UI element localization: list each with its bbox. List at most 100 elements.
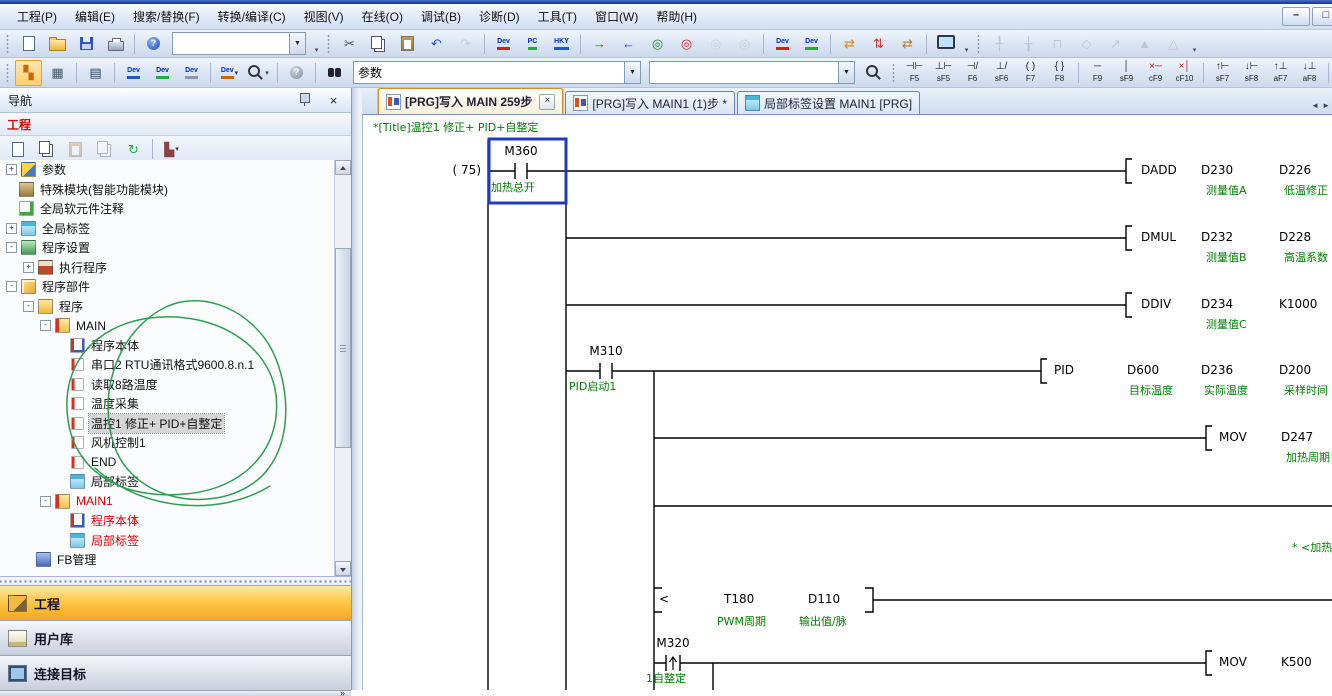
tree-scrollbar[interactable] [334, 160, 351, 576]
tree-item-19[interactable]: 局部标签 [0, 531, 335, 551]
scroll-thumb[interactable] [335, 248, 351, 448]
help-icon[interactable]: ? [140, 31, 167, 57]
toolbar-grip[interactable] [892, 63, 896, 83]
collapse-icon[interactable]: - [40, 320, 51, 331]
help-question-icon[interactable]: ? [283, 60, 310, 86]
device-note-icon[interactable]: Dev [178, 60, 205, 86]
device-combo[interactable]: 参数▼ [353, 61, 641, 84]
view-button-2[interactable]: 连接目标 [0, 655, 351, 690]
combo-arrow-icon[interactable]: ▼ [838, 62, 854, 83]
navigation-overflow[interactable]: » [0, 690, 351, 696]
device-memory-icon[interactable]: PC [519, 31, 546, 57]
monitor-start-icon[interactable]: ◎ [644, 31, 671, 57]
scroll-up-icon[interactable] [335, 160, 351, 175]
scroll-down-icon[interactable] [335, 561, 351, 576]
tab-0[interactable]: [PRG]写入 MAIN 259步× [378, 88, 563, 114]
tree-item-1[interactable]: 特殊模块(智能功能模块) [0, 180, 335, 200]
tree-item-fb[interactable]: FB管理 [0, 550, 335, 570]
undo-icon[interactable]: ↶ [423, 31, 450, 57]
toolbar-grip[interactable] [327, 34, 331, 54]
menu-item-2[interactable]: 搜索/替换(F) [124, 4, 209, 29]
collapse-icon[interactable]: - [6, 242, 17, 253]
toolbar-grip[interactable] [6, 34, 10, 54]
tree-item-1pid[interactable]: 温控1 修正+ PID+自整定 [0, 414, 335, 434]
new-file-icon[interactable] [15, 31, 42, 57]
open-file-icon[interactable] [44, 31, 71, 57]
navigation-toggle-icon[interactable]: ▚ [15, 60, 42, 86]
ladder-editor-canvas[interactable]: *[Title]温控1 修正+ PID+自整定( 75)M360加热总开M310… [362, 115, 1332, 690]
print-icon[interactable] [102, 31, 129, 57]
tab-close-icon[interactable]: × [539, 94, 555, 110]
new-data-icon[interactable] [4, 136, 31, 162]
paste-icon[interactable] [394, 31, 421, 57]
find2-combo[interactable]: ▼ [649, 61, 855, 84]
combo-arrow-icon[interactable]: ▼ [289, 33, 305, 54]
tab-scroll-left-icon[interactable]: ◄ [1311, 101, 1319, 110]
device-comment-display-icon[interactable]: Dev [120, 60, 147, 86]
menu-item-9[interactable]: 窗口(W) [586, 4, 647, 29]
pin-icon[interactable] [291, 87, 318, 113]
watch-pulse-icon[interactable]: ⊓ [1044, 31, 1071, 57]
scaling-down-icon[interactable]: △ [1160, 31, 1187, 57]
find-preview-icon[interactable] [860, 60, 887, 86]
device-initial-value-icon[interactable]: HKY [548, 31, 575, 57]
tree-item-9[interactable]: 程序本体 [0, 336, 335, 356]
menu-item-6[interactable]: 调试(B) [412, 4, 470, 29]
watch-start-icon[interactable]: ╁ [1015, 31, 1042, 57]
ladder-symbol-sF8-button[interactable]: ↓⊢sF8 [1238, 58, 1265, 87]
tree-item-12[interactable]: 温度采集 [0, 394, 335, 414]
monitor-write-icon[interactable]: ◎ [702, 31, 729, 57]
cut-icon[interactable]: ✂ [336, 31, 363, 57]
device-comment-icon[interactable]: Dev [490, 31, 517, 57]
ladder-symbol-F8-button[interactable]: { }F8 [1046, 58, 1073, 87]
collapse-icon[interactable]: - [6, 281, 17, 292]
scaling-up-icon[interactable]: ▲ [1131, 31, 1158, 57]
view-button-1[interactable]: 用户库 [0, 620, 351, 655]
paste-data-icon[interactable] [62, 136, 89, 162]
tree-item-18[interactable]: 程序本体 [0, 511, 335, 531]
tree-item-2[interactable]: 全局软元件注释 [0, 199, 335, 219]
expand-icon[interactable]: + [23, 262, 34, 273]
tree-item-5[interactable]: +执行程序 [0, 258, 335, 278]
expand-icon[interactable]: + [6, 223, 17, 234]
tree-item-8[interactable]: 读取8路温度 [0, 375, 335, 395]
tree-item-6[interactable]: -程序部件 [0, 277, 335, 297]
menu-item-10[interactable]: 帮助(H) [647, 4, 706, 29]
view-button-0[interactable]: 工程 [0, 585, 351, 620]
ladder-symbol-F6-button[interactable]: ⊣/F6 [959, 58, 986, 87]
watch-register-icon[interactable]: ╀ [986, 31, 1013, 57]
ladder-symbol-sF9-button[interactable]: │sF9 [1113, 58, 1140, 87]
tree-item-3[interactable]: +全局标签 [0, 219, 335, 239]
write-to-plc-icon[interactable]: → [586, 31, 613, 57]
device-test-icon[interactable]: Dev [769, 31, 796, 57]
sort-icon[interactable]: ▙▾ [158, 136, 185, 162]
remote-operation-icon[interactable]: ⇅ [865, 31, 892, 57]
transfer-setup-icon[interactable]: ⇄ [894, 31, 921, 57]
monitor-mode-icon[interactable] [932, 31, 959, 57]
toolbar-overflow-icon[interactable]: ▾ [311, 32, 322, 56]
toolbar-overflow-icon[interactable]: ▾ [961, 32, 972, 56]
menu-item-8[interactable]: 工具(T) [529, 4, 586, 29]
find-binoculars-icon[interactable] [321, 60, 348, 86]
watch-delete-icon[interactable]: ◇ [1073, 31, 1100, 57]
panel-splitter[interactable] [352, 88, 362, 690]
verify-icon[interactable]: ⇄ [836, 31, 863, 57]
combo-arrow-icon[interactable]: ▼ [624, 62, 640, 83]
copy-data-icon[interactable] [33, 136, 60, 162]
minimize-button[interactable]: – [1282, 7, 1310, 26]
tree-item-main1[interactable]: -MAIN1 [0, 492, 335, 512]
tree-item-7[interactable]: -程序 [0, 297, 335, 317]
tab-2[interactable]: 局部标签设置 MAIN1 [PRG] [737, 91, 920, 114]
tab-scroll-right-icon[interactable]: ► [1322, 101, 1330, 110]
tree-item-0[interactable]: +参数 [0, 160, 335, 180]
read-from-plc-icon[interactable]: ← [615, 31, 642, 57]
device-display-icon[interactable]: Dev▾ [216, 60, 243, 86]
copy-icon[interactable] [365, 31, 392, 57]
save-icon[interactable] [73, 31, 100, 57]
ladder-symbol-cF10-button[interactable]: ×│cF10 [1171, 58, 1198, 87]
menu-item-4[interactable]: 视图(V) [295, 4, 353, 29]
collapse-icon[interactable]: - [40, 496, 51, 507]
menu-item-5[interactable]: 在线(O) [353, 4, 412, 29]
menu-item-0[interactable]: 工程(P) [8, 4, 66, 29]
tree-item-16[interactable]: 局部标签 [0, 472, 335, 492]
